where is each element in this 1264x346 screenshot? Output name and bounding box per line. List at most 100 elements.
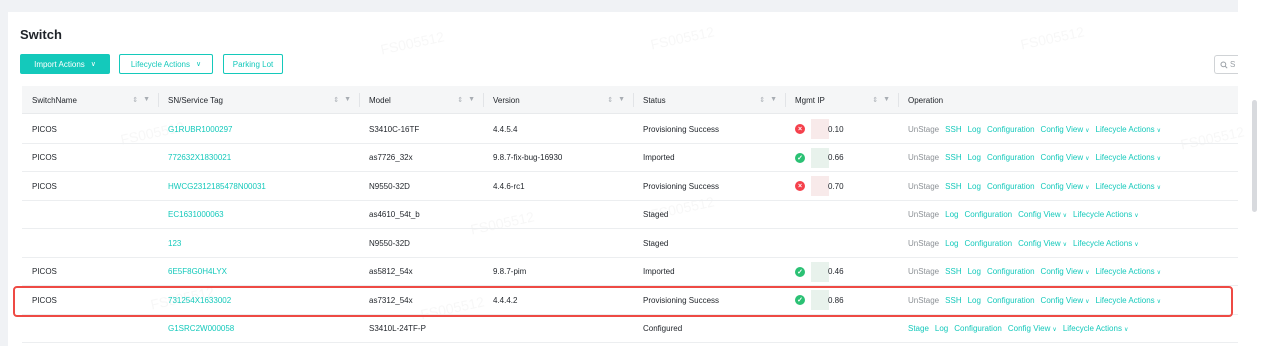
- column-header[interactable]: SwitchName ⇕ ▼: [22, 86, 158, 114]
- op-label: Log: [945, 238, 959, 248]
- op-ssh-link[interactable]: SSH: [945, 182, 961, 191]
- op-lifecycle-actions-link[interactable]: Lifecycle Actions ∨: [1073, 239, 1139, 248]
- sort-icon[interactable]: ⇕: [132, 96, 138, 104]
- op-lifecycle-actions-link[interactable]: Lifecycle Actions ∨: [1096, 182, 1162, 191]
- sort-icon[interactable]: ⇕: [607, 96, 613, 104]
- status-cell: Staged: [643, 238, 669, 248]
- column-header[interactable]: Version ⇕ ▼: [483, 86, 633, 114]
- op-unstage-link[interactable]: UnStage: [908, 153, 939, 162]
- sort-icon[interactable]: ⇕: [759, 96, 765, 104]
- op-configuration-link[interactable]: Configuration: [987, 182, 1035, 191]
- op-config-view-link[interactable]: Config View ∨: [1041, 296, 1090, 305]
- op-log-link[interactable]: Log: [945, 210, 958, 219]
- lifecycle-actions-button[interactable]: Lifecycle Actions ∨: [119, 54, 213, 74]
- filter-icon[interactable]: ▼: [468, 96, 475, 104]
- table-row[interactable]: PICOS 6E5F8G0H4LYX as5812_54x 9.8.7-pim Impo…: [22, 258, 1238, 286]
- op-unstage-link[interactable]: UnStage: [908, 239, 939, 248]
- search-input[interactable]: S: [1214, 55, 1238, 74]
- table-row[interactable]: PICOS 731254X1633002 as7312_54x 4.4.4.2 Prov…: [22, 286, 1238, 315]
- sn-link[interactable]: 772632X1830021: [158, 144, 359, 172]
- import-actions-button[interactable]: Import Actions ∨: [20, 54, 110, 74]
- sn-link[interactable]: HWCG2312185478N00031: [158, 172, 359, 200]
- op-ssh-link[interactable]: SSH: [945, 153, 961, 162]
- model-cell: N9550-32D: [369, 238, 410, 248]
- column-header[interactable]: Status ⇕ ▼: [633, 86, 785, 114]
- op-label: Lifecycle Actions: [1095, 124, 1155, 134]
- op-log-link[interactable]: Log: [968, 267, 981, 276]
- sn-link[interactable]: 123: [158, 229, 359, 257]
- column-header-label: Model: [369, 95, 391, 105]
- page-title: Switch: [20, 27, 62, 42]
- sn-link[interactable]: G1SRC2W000058: [158, 315, 359, 343]
- switch-name-cell: [22, 201, 158, 229]
- sn-link[interactable]: 6E5F8G0H4LYX: [158, 258, 359, 286]
- column-header[interactable]: Mgmt IP ⇕ ▼: [785, 86, 898, 114]
- op-log-link[interactable]: Log: [935, 324, 948, 333]
- op-config-view-link[interactable]: Config View ∨: [1018, 210, 1067, 219]
- column-header[interactable]: Model ⇕ ▼: [359, 86, 483, 114]
- sn-link[interactable]: EC1631000063: [158, 201, 359, 229]
- mgmt-ip-text: 0.70: [828, 181, 844, 191]
- parking-lot-button[interactable]: Parking Lot: [223, 54, 283, 74]
- table-row[interactable]: G1SRC2W000058 S3410L-24TF-P Configured Stag…: [22, 315, 1238, 343]
- op-log-link[interactable]: Log: [968, 182, 981, 191]
- op-configuration-link[interactable]: Configuration: [965, 239, 1013, 248]
- op-ssh-link[interactable]: SSH: [945, 296, 961, 305]
- sort-icon[interactable]: ⇕: [872, 96, 878, 104]
- op-log-link[interactable]: Log: [945, 239, 958, 248]
- op-label: Log: [967, 153, 981, 162]
- op-configuration-link[interactable]: Configuration: [954, 324, 1002, 333]
- op-unstage-link[interactable]: UnStage: [908, 182, 939, 191]
- op-log-link[interactable]: Log: [968, 296, 981, 305]
- chevron-down-icon: ∨: [1062, 241, 1068, 248]
- op-ssh-link[interactable]: SSH: [945, 125, 961, 134]
- op-unstage-link[interactable]: UnStage: [908, 125, 939, 134]
- op-config-view-link[interactable]: Config View ∨: [1041, 153, 1090, 162]
- op-stage-link[interactable]: Stage: [908, 324, 929, 333]
- sn-link[interactable]: G1RUBR1000297: [158, 115, 359, 143]
- sn-link[interactable]: 731254X1633002: [158, 286, 359, 314]
- op-unstage-link[interactable]: UnStage: [908, 210, 939, 219]
- op-configuration-link[interactable]: Configuration: [987, 125, 1035, 134]
- filter-icon[interactable]: ▼: [344, 96, 351, 104]
- op-config-view-link[interactable]: Config View ∨: [1041, 267, 1090, 276]
- op-config-view-link[interactable]: Config View ∨: [1041, 182, 1090, 191]
- column-header[interactable]: Operation: [898, 86, 1238, 114]
- op-config-view-link[interactable]: Config View ∨: [1041, 125, 1090, 134]
- op-config-view-link[interactable]: Config View ∨: [1008, 324, 1057, 333]
- op-lifecycle-actions-link[interactable]: Lifecycle Actions ∨: [1096, 267, 1162, 276]
- table-row[interactable]: EC1631000063 as4610_54t_b Staged UnStage Log…: [22, 201, 1238, 229]
- op-configuration-link[interactable]: Configuration: [987, 153, 1035, 162]
- op-configuration-link[interactable]: Configuration: [987, 267, 1035, 276]
- op-configuration-link[interactable]: Configuration: [987, 296, 1035, 305]
- op-configuration-link[interactable]: Configuration: [965, 210, 1013, 219]
- op-config-view-link[interactable]: Config View ∨: [1018, 239, 1067, 248]
- mgmt-ip-text: 0.66: [828, 153, 844, 162]
- op-label: Log: [967, 181, 981, 191]
- column-separator: [359, 93, 360, 107]
- op-log-link[interactable]: Log: [968, 153, 981, 162]
- filter-icon[interactable]: ▼: [618, 96, 625, 104]
- table-row[interactable]: PICOS 772632X1830021 as7726_32x 9.8.7-fix-b…: [22, 144, 1238, 172]
- op-log-link[interactable]: Log: [968, 125, 981, 134]
- operation-cell: Stage Log Configuration Config View ∨ Lifecyc…: [898, 315, 1238, 343]
- op-ssh-link[interactable]: SSH: [945, 267, 961, 276]
- sort-icon[interactable]: ⇕: [333, 96, 339, 104]
- filter-icon[interactable]: ▼: [883, 96, 890, 104]
- vertical-scrollbar[interactable]: [1252, 100, 1257, 212]
- op-lifecycle-actions-link[interactable]: Lifecycle Actions ∨: [1063, 324, 1129, 333]
- table-row[interactable]: PICOS G1RUBR1000297 S3410C-16TF 4.4.5.4 Prov…: [22, 115, 1238, 144]
- op-lifecycle-actions-link[interactable]: Lifecycle Actions ∨: [1073, 210, 1139, 219]
- op-lifecycle-actions-link[interactable]: Lifecycle Actions ∨: [1096, 153, 1162, 162]
- filter-icon[interactable]: ▼: [143, 96, 150, 104]
- op-lifecycle-actions-link[interactable]: Lifecycle Actions ∨: [1096, 125, 1162, 134]
- op-lifecycle-actions-link[interactable]: Lifecycle Actions ∨: [1096, 296, 1162, 305]
- table-row[interactable]: 123 N9550-32D Staged UnStage Log Configuratio…: [22, 229, 1238, 258]
- filter-icon[interactable]: ▼: [770, 96, 777, 104]
- op-label: Log: [934, 324, 949, 333]
- op-unstage-link[interactable]: UnStage: [908, 267, 939, 276]
- sort-icon[interactable]: ⇕: [457, 96, 463, 104]
- table-row[interactable]: PICOS HWCG2312185478N00031 N9550-32D 4.4.6-…: [22, 172, 1238, 201]
- column-header[interactable]: SN/Service Tag ⇕ ▼: [158, 86, 359, 114]
- op-unstage-link[interactable]: UnStage: [908, 296, 939, 305]
